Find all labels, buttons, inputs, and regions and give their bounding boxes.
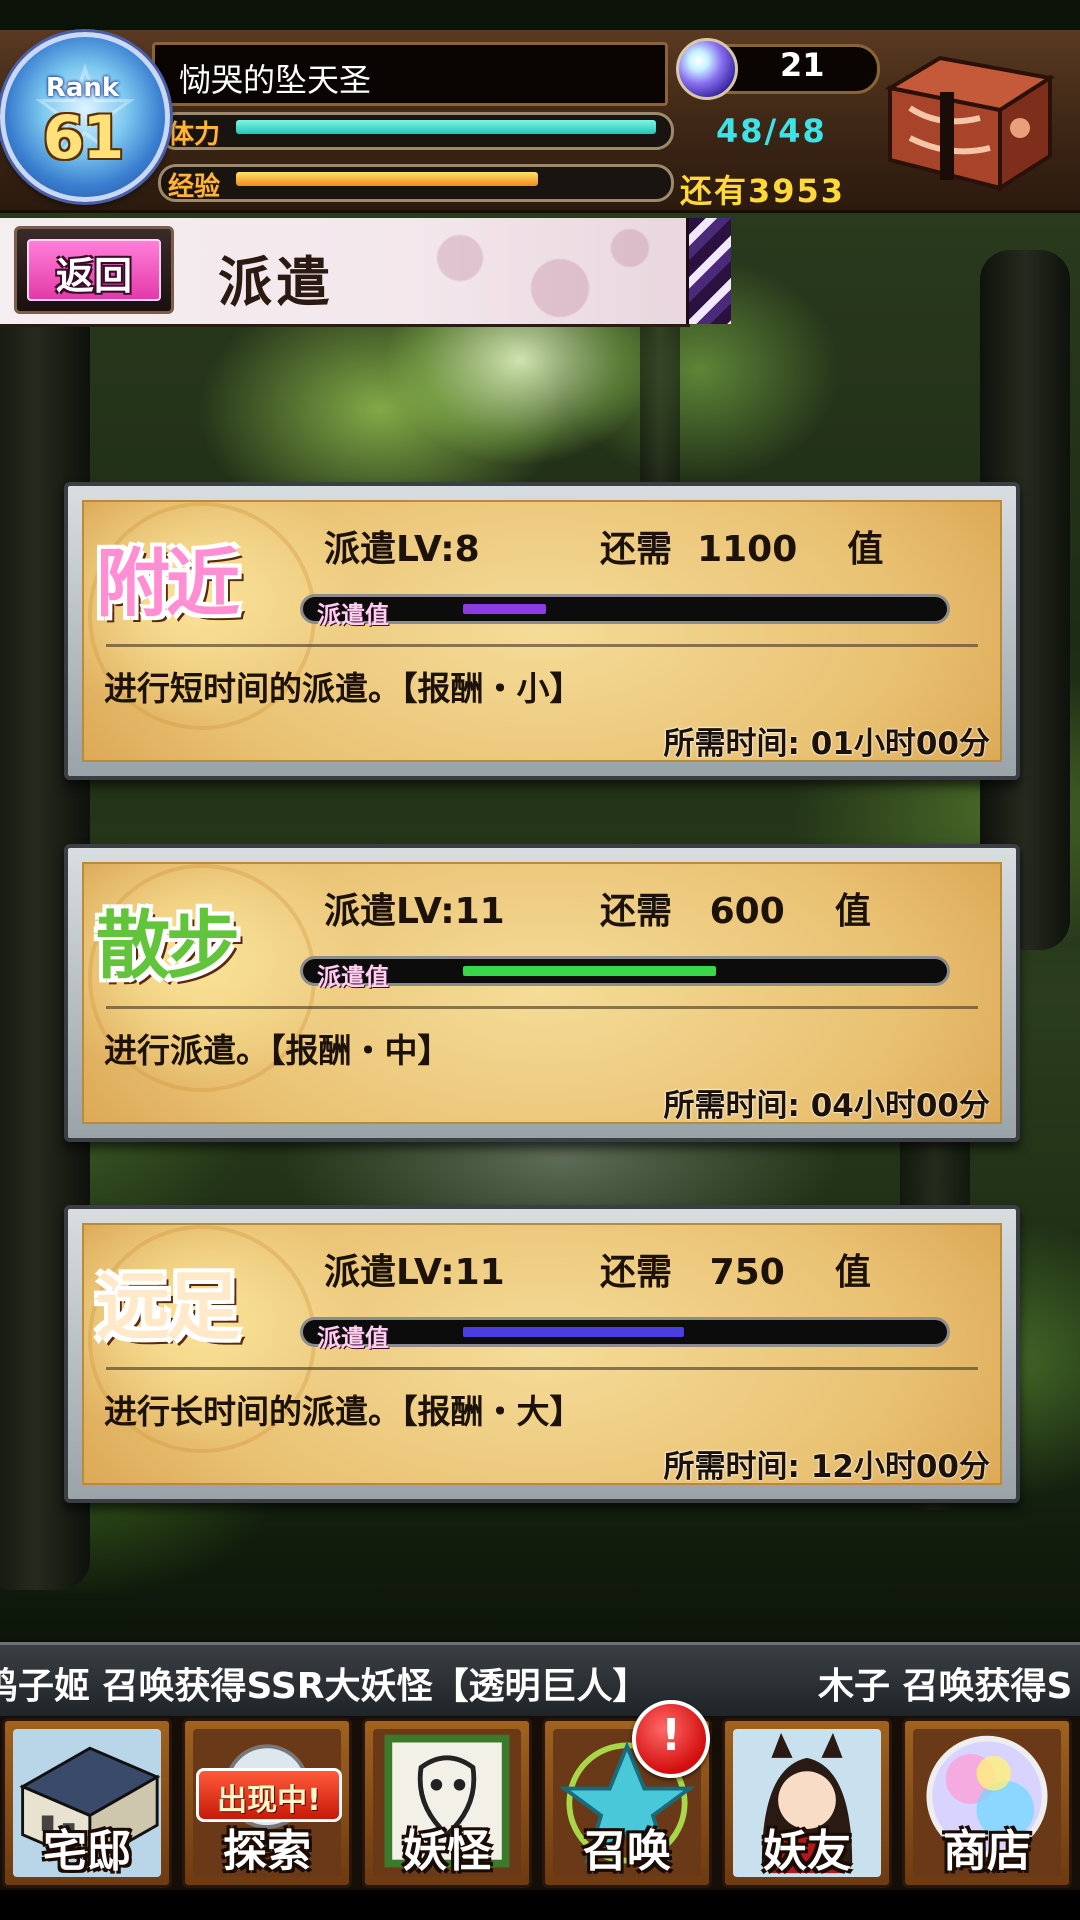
rank-badge[interactable]: ☆ Rank 61 [0, 32, 170, 202]
alert-icon: ! [632, 1700, 710, 1778]
stamina-bar: 体力 [158, 112, 674, 150]
alert-mark: ! [660, 1710, 682, 1761]
system-bar [0, 1890, 1080, 1920]
player-name: 恸哭的坠天圣 [179, 61, 372, 99]
appearing-tag-label: 出现中! [217, 1783, 321, 1818]
card-need: 还需 1100 值 [600, 529, 884, 570]
card-time: 所需时间: 04小时00分 [663, 1088, 990, 1124]
card-level: 派遣LV:8 [324, 529, 480, 570]
card-category: 远足 [96, 1264, 240, 1350]
orb-count: 21 [780, 46, 825, 84]
ticker-message: 鸣子姬 召唤获得SSR大妖怪【透明巨人】 [0, 1666, 649, 1707]
exp-bar: 经验 [158, 164, 674, 202]
card-description: 进行派遣。【报酬・中】 [104, 1031, 451, 1070]
stamina-label: 体力 [168, 120, 221, 150]
dispatch-card-nearby[interactable]: 附近 派遣LV:8 还需 1100 值 派遣值 进行短时间的派遣。【报酬・小】 … [64, 482, 1020, 780]
back-button-label: 返回 [55, 254, 132, 298]
player-name-box: 恸哭的坠天圣 [152, 42, 668, 106]
card-need: 还需 750 值 [600, 1252, 871, 1293]
card-need: 还需 600 值 [600, 891, 871, 932]
dispatch-gauge: 派遣值 [300, 956, 950, 991]
stamina-value: 48/48 [716, 112, 827, 150]
card-time: 所需时间: 01小时00分 [663, 726, 990, 762]
gauge-label: 派遣值 [317, 1324, 389, 1352]
rank-label: Rank [45, 73, 120, 103]
card-level: 派遣LV:11 [324, 891, 505, 932]
nav-label: 商店 [943, 1826, 1031, 1877]
gift-box-icon[interactable] [880, 48, 1060, 198]
card-category: 附近 [96, 541, 240, 627]
divider [106, 644, 978, 647]
ticker-message: 木子 召唤获得S [818, 1666, 1073, 1707]
dispatch-gauge: 派遣值 [300, 594, 950, 629]
header-stripe-decoration [686, 218, 731, 324]
appearing-tag: 出现中! [196, 1768, 342, 1822]
nav-item-friends[interactable]: 妖友 [722, 1718, 892, 1888]
card-description: 进行短时间的派遣。【报酬・小】 [104, 669, 583, 708]
back-button[interactable]: 返回 [14, 226, 174, 314]
card-description: 进行长时间的派遣。【报酬・大】 [104, 1392, 583, 1431]
rank-number: 61 [42, 103, 125, 173]
spirit-orb-icon [676, 38, 738, 100]
dispatch-card-walk[interactable]: 散步 派遣LV:11 还需 600 值 派遣值 进行派遣。【报酬・中】 所需时间… [64, 844, 1020, 1142]
divider [106, 1006, 978, 1009]
exp-remaining: 还有3953 [680, 172, 846, 210]
divider [106, 1367, 978, 1370]
bottom-nav: 宅邸 探索 妖怪 召唤 妖友 商店 [0, 1716, 1080, 1890]
gauge-label: 派遣值 [317, 963, 389, 991]
news-ticker: 鸣子姬 召唤获得SSR大妖怪【透明巨人】 木子 召唤获得S [0, 1642, 1080, 1720]
dispatch-gauge: 派遣值 [300, 1317, 950, 1352]
nav-label: 妖友 [763, 1826, 851, 1877]
dispatch-card-excursion[interactable]: 远足 派遣LV:11 还需 750 值 派遣值 进行长时间的派遣。【报酬・大】 … [64, 1205, 1020, 1503]
card-level: 派遣LV:11 [324, 1252, 505, 1293]
gauge-label: 派遣值 [317, 601, 389, 629]
nav-item-yokai[interactable]: 妖怪 [362, 1718, 532, 1888]
card-time: 所需时间: 12小时00分 [663, 1449, 990, 1485]
nav-item-shop[interactable]: 商店 [902, 1718, 1072, 1888]
nav-label: 召唤 [583, 1826, 671, 1877]
nav-label: 探索 [223, 1826, 311, 1877]
nav-label: 妖怪 [403, 1826, 491, 1877]
card-category: 散步 [96, 903, 240, 989]
nav-label: 宅邸 [43, 1826, 131, 1877]
exp-label: 经验 [168, 172, 221, 202]
dispatch-screen: 恸哭的坠天圣 体力 48/48 经验 还有3953 21 ☆ Rank 61 返… [0, 0, 1080, 1920]
nav-item-mansion[interactable]: 宅邸 [2, 1718, 172, 1888]
page-title: 派遣 [218, 250, 334, 314]
